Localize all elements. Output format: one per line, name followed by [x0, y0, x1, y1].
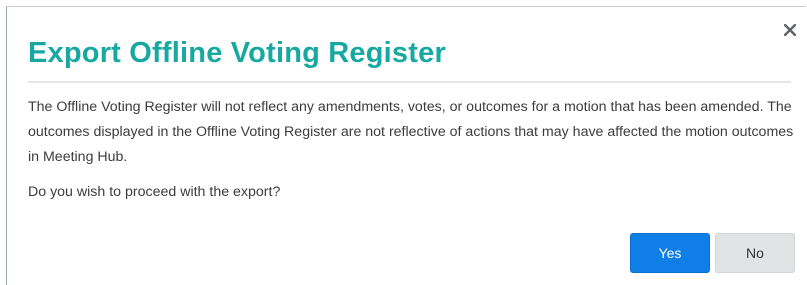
dialog-title: Export Offline Voting Register [28, 37, 446, 69]
no-button[interactable]: No [715, 233, 795, 273]
title-divider [28, 81, 791, 83]
close-button[interactable] [780, 20, 800, 40]
dialog-message: The Offline Voting Register will not ref… [28, 99, 794, 165]
yes-button[interactable]: Yes [630, 233, 710, 273]
dialog-question: Do you wish to proceed with the export? [28, 184, 281, 200]
export-dialog: Export Offline Voting Register The Offli… [6, 6, 806, 285]
close-icon[interactable] [784, 24, 796, 36]
